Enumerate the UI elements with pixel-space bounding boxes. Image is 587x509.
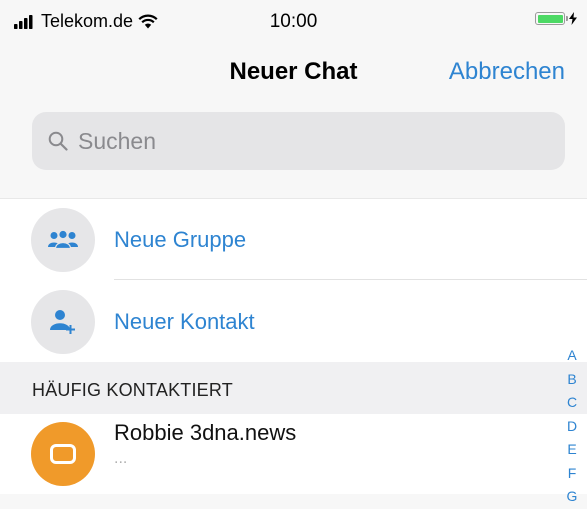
screen-icon — [50, 444, 76, 464]
magnifier-icon — [48, 131, 68, 151]
section-header: HÄUFIG KONTAKTIERT — [0, 362, 587, 414]
add-contact-icon — [50, 310, 75, 334]
contact-name: Robbie 3dna.news — [114, 420, 297, 445]
battery-icon — [535, 12, 568, 25]
new-group-row[interactable]: Neue Gruppe — [0, 199, 587, 281]
new-contact-row[interactable]: Neuer Kontakt — [0, 281, 587, 363]
navigation-bar: Neuer Chat Abbrechen — [0, 48, 587, 98]
index-letter-c[interactable]: C — [567, 391, 577, 415]
index-letter-g[interactable]: G — [567, 485, 578, 509]
status-time: 10:00 — [269, 11, 318, 32]
new-group-label: Neue Gruppe — [114, 227, 247, 252]
index-letter-b[interactable]: B — [567, 368, 576, 392]
index-letter-f[interactable]: F — [568, 462, 577, 486]
index-letter-d[interactable]: D — [567, 415, 577, 439]
status-bar: Telekom.de 10:00 — [0, 0, 587, 42]
search-bar[interactable] — [32, 112, 565, 170]
charging-bolt-icon — [569, 12, 577, 25]
group-icon-circle — [31, 208, 95, 272]
section-header-label: HÄUFIG KONTAKTIERT — [32, 380, 233, 400]
contact-subtitle: ... — [114, 450, 128, 467]
add-contact-icon-circle — [31, 290, 95, 354]
row-divider — [114, 279, 587, 280]
new-contact-label: Neuer Kontakt — [114, 309, 255, 334]
alphabet-index[interactable]: A B C D E F G — [557, 344, 587, 509]
index-letter-a[interactable]: A — [567, 344, 576, 368]
index-letter-e[interactable]: E — [567, 438, 576, 462]
cancel-button[interactable]: Abbrechen — [449, 58, 565, 86]
avatar — [31, 422, 95, 486]
action-list: Neue Gruppe Neuer Kontakt — [0, 198, 587, 363]
contact-row[interactable]: Robbie 3dna.news ... — [0, 414, 587, 494]
group-icon — [48, 230, 78, 250]
status-right — [535, 12, 577, 25]
search-input[interactable] — [76, 126, 540, 156]
